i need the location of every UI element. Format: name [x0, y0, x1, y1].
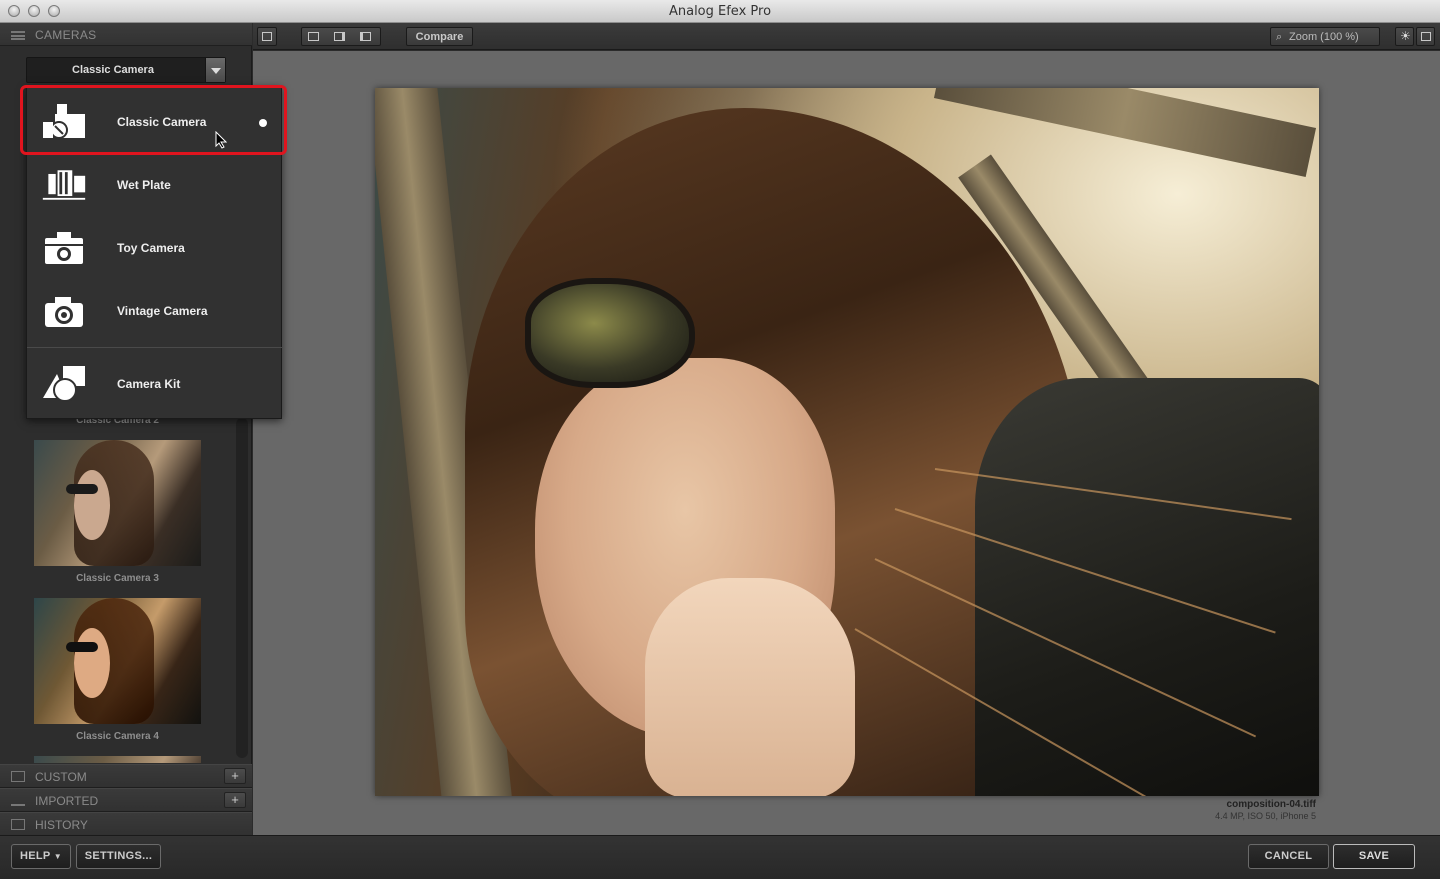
menu-item-vintage-camera[interactable]: Vintage Camera	[27, 279, 283, 342]
menu-item-label: Camera Kit	[117, 377, 181, 391]
zoom-label: Zoom (100 %)	[1289, 31, 1359, 43]
toy-camera-icon	[45, 232, 83, 264]
dropdown-arrow-icon: ▼	[53, 852, 62, 861]
file-info: composition-04.tiff 4.4 MP, ISO 50, iPho…	[1215, 799, 1316, 821]
split-view-icon[interactable]	[334, 32, 345, 41]
history-icon	[11, 819, 25, 830]
imported-section[interactable]: IMPORTED +	[0, 788, 252, 812]
help-button[interactable]: HELP ▼	[11, 844, 71, 869]
compare-button[interactable]: Compare	[406, 27, 473, 46]
camera-type-value: Classic Camera	[72, 64, 154, 76]
title-bar: Analog Efex Pro	[0, 0, 1440, 23]
file-meta: 4.4 MP, ISO 50, iPhone 5	[1215, 811, 1316, 821]
selection-highlight	[20, 85, 287, 155]
list-icon	[11, 31, 25, 40]
side-by-side-icon[interactable]	[360, 32, 371, 41]
menu-item-toy-camera[interactable]: Toy Camera	[27, 216, 283, 279]
lightbulb-icon: ☀	[1400, 29, 1411, 43]
toggle-panel-right-button[interactable]	[1416, 27, 1435, 46]
preset-label: Classic Camera 3	[76, 573, 159, 584]
panel-left-icon	[262, 32, 272, 41]
preset-scrollbar[interactable]	[236, 418, 248, 758]
view-mode-group	[301, 27, 381, 46]
menu-item-camera-kit[interactable]: Camera Kit	[27, 352, 283, 415]
menu-item-wet-plate[interactable]: Wet Plate	[27, 153, 283, 216]
help-label: HELP	[20, 850, 51, 862]
camera-type-dropdown[interactable]: Classic Camera	[26, 57, 226, 83]
panel-right-icon	[1421, 32, 1431, 41]
add-custom-button[interactable]: +	[224, 768, 246, 784]
add-imported-button[interactable]: +	[224, 792, 246, 808]
preset-list[interactable]: Classic Camera 2 Classic Camera 3 Classi…	[0, 403, 236, 763]
settings-button[interactable]: SETTINGS...	[76, 844, 161, 869]
history-section[interactable]: HISTORY	[0, 812, 252, 836]
main-toolbar: Compare ⌕ Zoom (100 %) ☀	[253, 23, 1440, 50]
mouse-cursor-icon	[215, 131, 227, 149]
file-name: composition-04.tiff	[1226, 799, 1316, 810]
cameras-header-label: CAMERAS	[35, 28, 97, 42]
cameras-header[interactable]: CAMERAS	[0, 23, 252, 46]
image-canvas[interactable]: composition-04.tiff 4.4 MP, ISO 50, iPho…	[253, 51, 1440, 835]
magnifier-icon: ⌕	[1276, 31, 1283, 43]
menu-item-label: Toy Camera	[117, 241, 185, 255]
window-title: Analog Efex Pro	[668, 4, 772, 19]
save-button[interactable]: SAVE	[1333, 844, 1415, 869]
preset-thumbnail-classic-camera-3[interactable]	[34, 440, 201, 566]
lightbulb-button[interactable]: ☀	[1395, 27, 1414, 46]
menu-separator	[27, 347, 283, 348]
wet-plate-icon	[42, 170, 86, 200]
import-icon	[11, 795, 25, 806]
zoom-control[interactable]: ⌕ Zoom (100 %)	[1270, 27, 1380, 46]
custom-section-label: CUSTOM	[35, 770, 87, 784]
chevron-down-icon[interactable]	[205, 58, 225, 82]
preset-label: Classic Camera 4	[76, 731, 159, 742]
custom-folder-icon	[11, 771, 25, 782]
camera-kit-icon	[43, 366, 85, 402]
preview-image[interactable]	[375, 88, 1319, 796]
history-section-label: HISTORY	[35, 818, 88, 832]
cancel-button[interactable]: CANCEL	[1248, 844, 1329, 869]
vintage-camera-icon	[45, 297, 83, 327]
toggle-sidebar-button[interactable]	[257, 27, 277, 46]
preset-thumbnail-next[interactable]	[34, 756, 201, 763]
single-view-icon[interactable]	[308, 32, 319, 41]
custom-section[interactable]: CUSTOM +	[0, 764, 252, 788]
menu-item-label: Wet Plate	[117, 178, 171, 192]
preset-thumbnail-classic-camera-4[interactable]	[34, 598, 201, 724]
compare-label: Compare	[415, 31, 464, 43]
menu-item-label: Vintage Camera	[117, 304, 208, 318]
imported-section-label: IMPORTED	[35, 794, 99, 808]
bottom-bar: HELP ▼ SETTINGS... CANCEL SAVE	[0, 835, 1440, 879]
